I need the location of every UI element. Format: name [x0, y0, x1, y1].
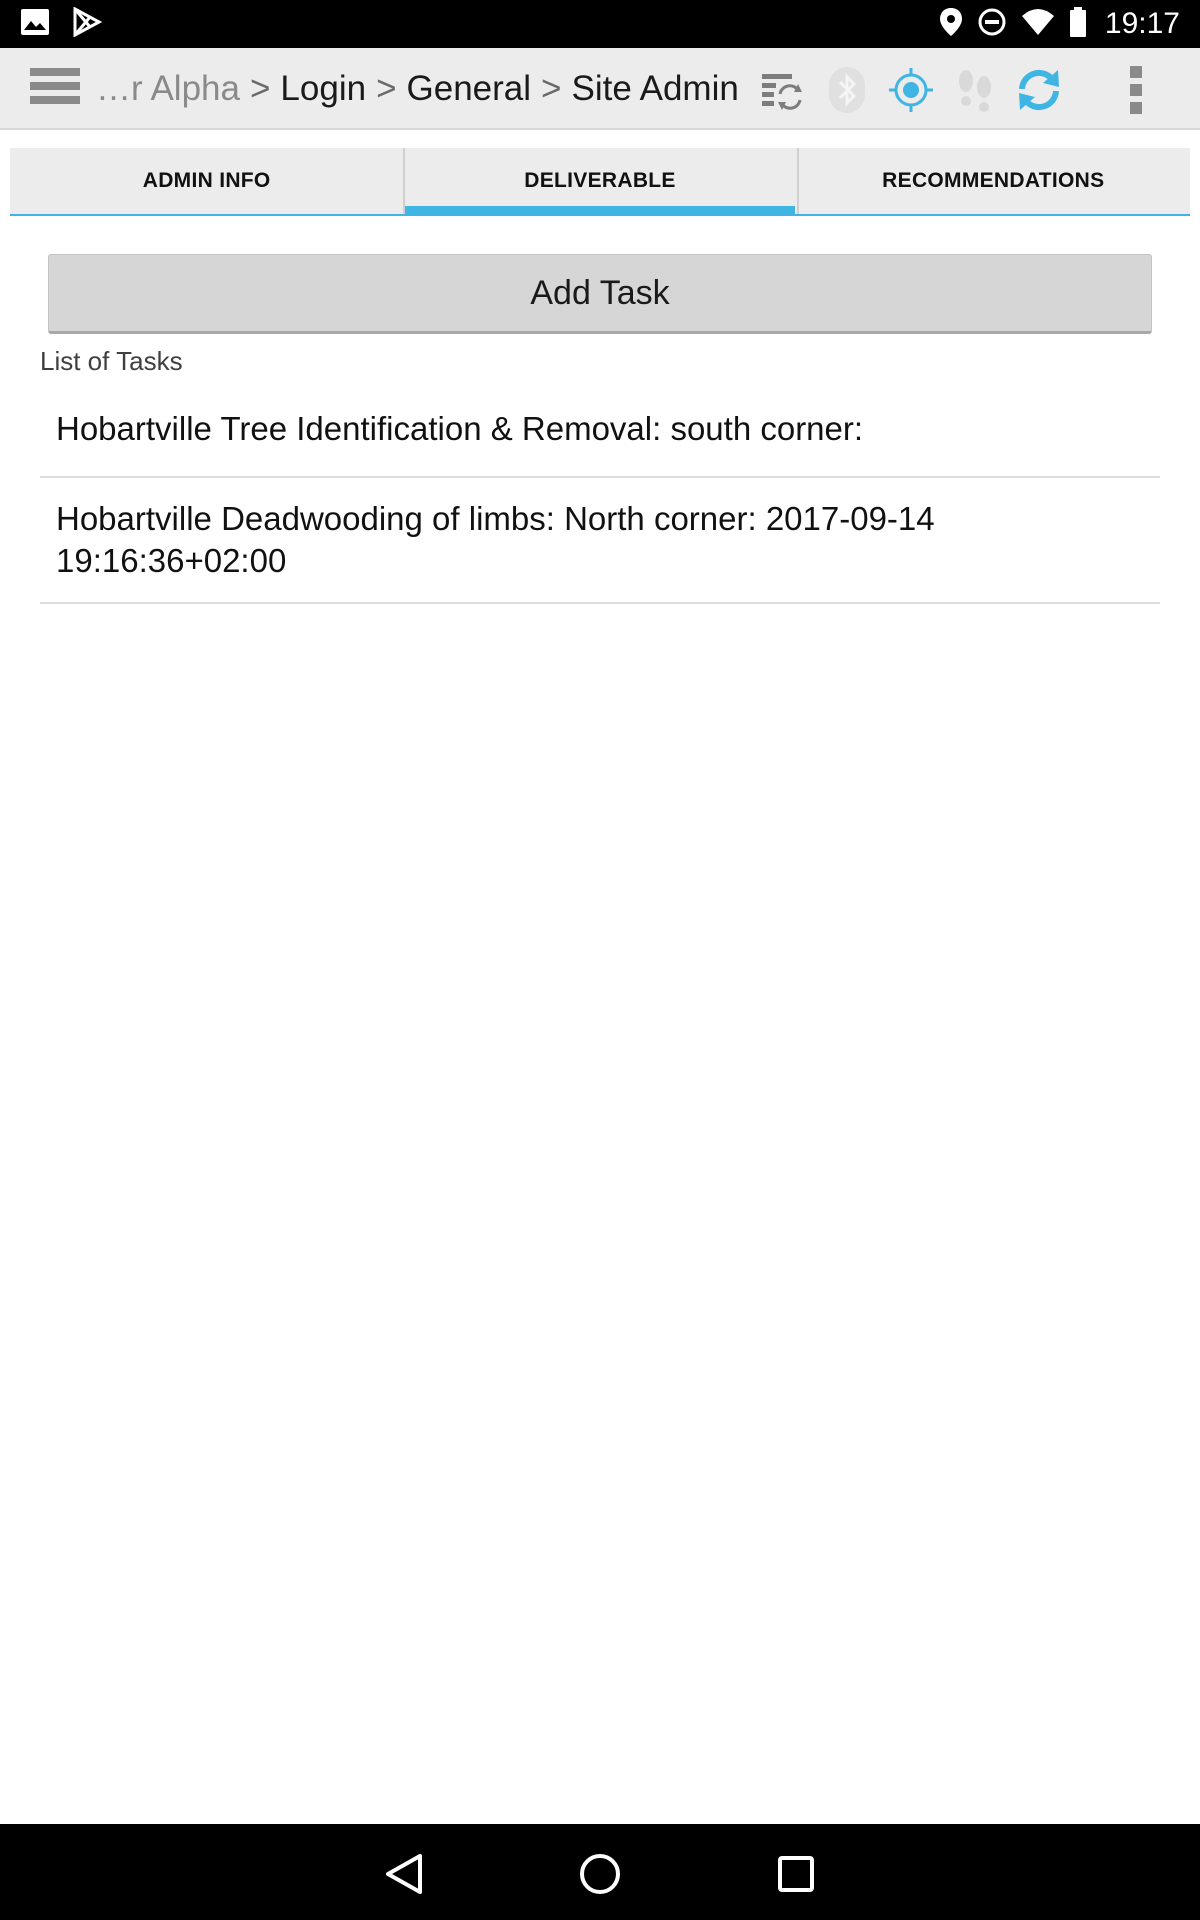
app-bar: …r Alpha > Login > General > Site Admin — [0, 48, 1200, 130]
breadcrumb-item-site-admin[interactable]: Site Admin — [572, 69, 739, 109]
tab-admin-info[interactable]: ADMIN INFO — [10, 148, 403, 214]
wifi-icon — [1021, 8, 1055, 41]
bluetooth-icon[interactable] — [823, 66, 871, 114]
footsteps-icon[interactable] — [951, 66, 999, 114]
add-task-button[interactable]: Add Task — [48, 254, 1152, 334]
breadcrumb: …r Alpha > Login > General > Site Admin — [96, 48, 739, 130]
list-item[interactable]: Hobartville Tree Identification & Remova… — [40, 390, 1160, 478]
back-icon[interactable] — [380, 1850, 428, 1898]
list-title: List of Tasks — [40, 346, 183, 376]
sync-list-icon[interactable] — [758, 66, 806, 114]
tab-bar: ADMIN INFO DELIVERABLE RECOMMENDATIONS — [10, 148, 1190, 216]
tab-deliverable[interactable]: DELIVERABLE — [403, 148, 796, 216]
tab-recommendations[interactable]: RECOMMENDATIONS — [796, 148, 1190, 214]
breadcrumb-separator: > — [541, 69, 562, 108]
refresh-icon[interactable] — [1015, 66, 1063, 114]
task-list: Hobartville Tree Identification & Remova… — [40, 390, 1160, 604]
do-not-disturb-icon — [977, 7, 1007, 42]
breadcrumb-truncated[interactable]: …r Alpha — [96, 69, 240, 109]
recents-icon[interactable] — [772, 1850, 820, 1898]
play-store-icon — [72, 5, 103, 42]
image-icon — [20, 8, 50, 41]
clock: 19:17 — [1104, 7, 1180, 40]
menu-icon[interactable] — [30, 68, 82, 110]
overflow-menu-icon[interactable] — [1112, 66, 1160, 114]
status-bar: 19:17 — [0, 0, 1200, 48]
list-item[interactable]: Hobartville Deadwooding of limbs: North … — [40, 478, 1160, 604]
battery-icon — [1069, 6, 1087, 42]
breadcrumb-item-login[interactable]: Login — [280, 69, 366, 109]
home-icon[interactable] — [576, 1850, 624, 1898]
navigation-bar — [0, 1824, 1200, 1920]
breadcrumb-item-general[interactable]: General — [407, 69, 532, 109]
gps-target-icon[interactable] — [887, 66, 935, 114]
breadcrumb-separator: > — [249, 69, 271, 108]
breadcrumb-separator: > — [376, 69, 397, 108]
location-icon — [939, 7, 963, 42]
